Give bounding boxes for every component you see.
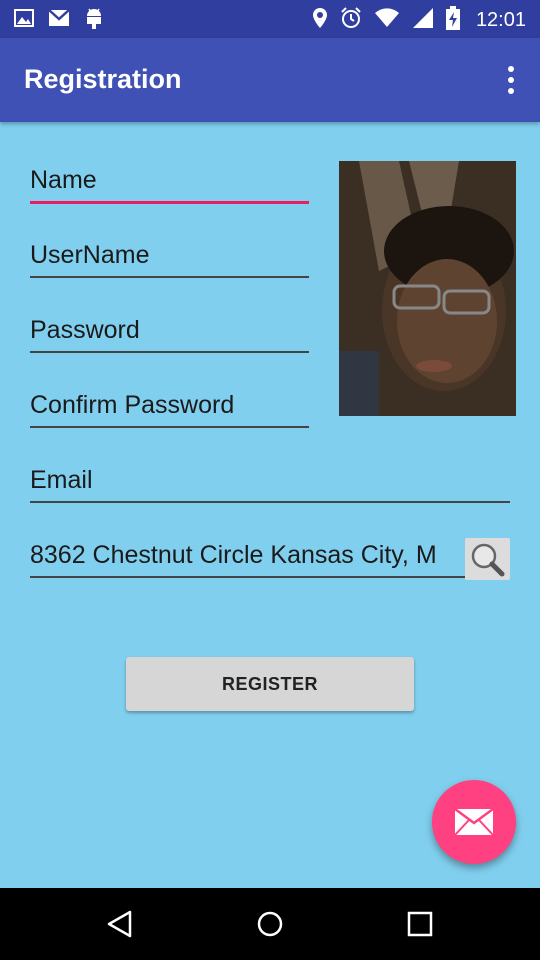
address-underline [30,576,465,578]
search-icon [465,543,510,584]
android-icon [84,7,104,33]
status-time: 12:01 [475,8,526,31]
status-bar: 12:01 [0,0,540,38]
profile-photo[interactable] [339,161,516,416]
gallery-icon [14,8,34,32]
home-icon[interactable] [256,910,284,942]
address-search-button[interactable] [465,538,510,580]
password-placeholder: Password [30,316,140,344]
email-placeholder: Email [30,466,93,494]
address-value: 8362 Chestnut Circle Kansas City, M [30,541,437,569]
battery-icon [445,6,460,34]
username-underline [30,276,309,278]
signal-icon [412,7,434,33]
location-icon [312,7,328,33]
username-placeholder: UserName [30,241,150,269]
register-button[interactable]: REGISTER [126,657,414,711]
overflow-menu-icon[interactable] [506,66,516,94]
name-underline [30,201,309,204]
confirm-password-placeholder: Confirm Password [30,391,235,419]
name-placeholder: Name [30,166,97,194]
wifi-icon [374,8,400,32]
page-title: Registration [24,64,182,94]
password-underline [30,351,309,353]
gmail-icon [48,9,70,31]
email-underline [30,501,510,503]
navigation-bar [0,888,540,960]
confirm-password-underline [30,426,309,428]
address-field[interactable]: 8362 Chestnut Circle Kansas City, M [30,541,465,581]
recents-icon[interactable] [406,910,434,942]
app-bar: Registration [0,38,540,122]
mail-fab-button[interactable] [432,780,516,864]
back-icon[interactable] [106,910,134,942]
alarm-icon [340,7,362,33]
